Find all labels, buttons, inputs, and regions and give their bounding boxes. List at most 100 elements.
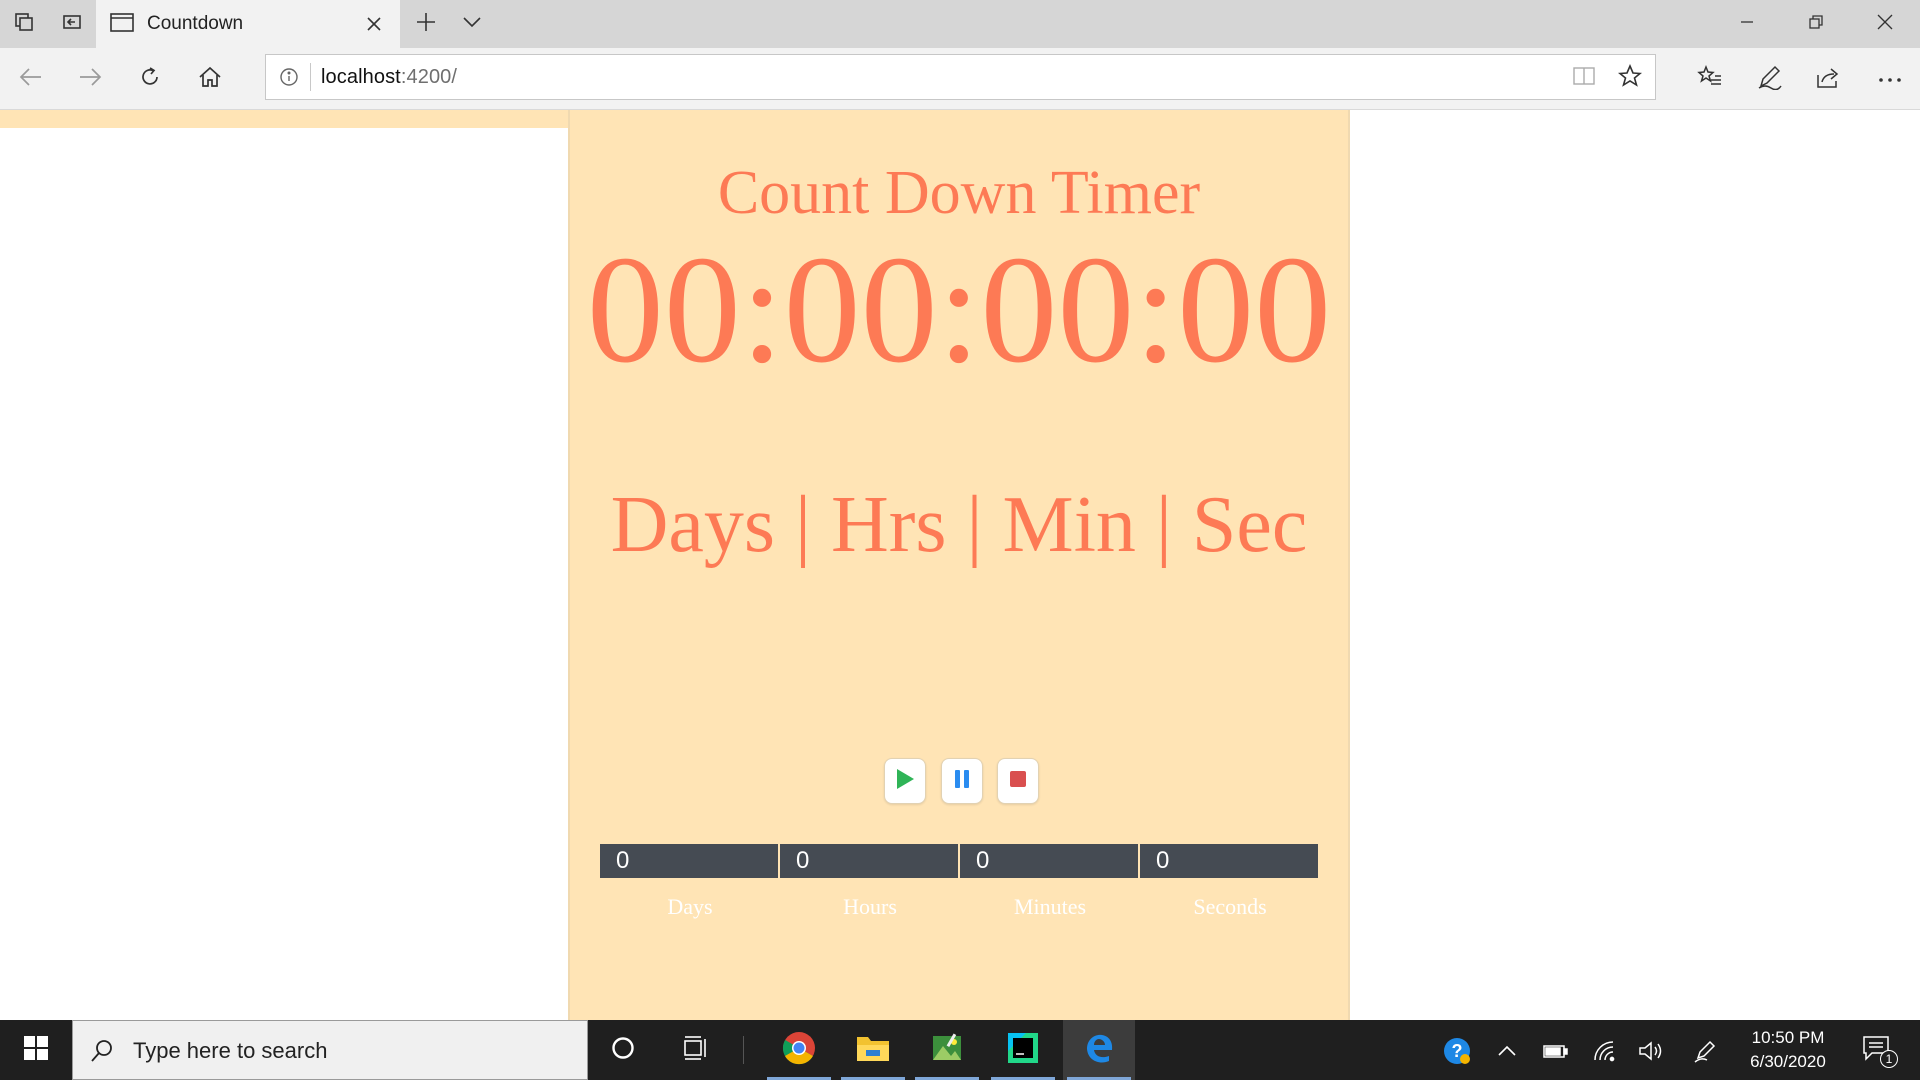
set-aside-icon — [61, 11, 83, 38]
clock-time: 10:50 PM — [1751, 1028, 1825, 1047]
edge-icon — [1082, 1031, 1116, 1070]
share-button[interactable] — [1805, 55, 1853, 103]
help-icon[interactable]: ? — [1442, 1036, 1472, 1066]
tabs-aside-button[interactable] — [0, 0, 48, 48]
notes-button[interactable] — [1746, 55, 1794, 103]
page-title: Count Down Timer — [717, 159, 1201, 227]
cortana-circle-icon — [610, 1035, 636, 1066]
close-window-button[interactable] — [1850, 0, 1919, 48]
page-top-strip — [0, 110, 568, 128]
taskbar-app-webstorm[interactable] — [987, 1020, 1059, 1080]
seconds-input[interactable]: 0 — [1140, 844, 1318, 878]
restore-button[interactable] — [1781, 0, 1850, 48]
share-icon — [1816, 65, 1842, 94]
chevron-down-icon — [462, 15, 482, 33]
pen-icon — [1757, 64, 1783, 95]
chrome-icon — [782, 1031, 816, 1070]
minimize-button[interactable] — [1712, 0, 1781, 48]
days-input[interactable]: 0 — [600, 844, 778, 878]
battery-icon[interactable] — [1540, 1036, 1570, 1066]
favorite-button[interactable] — [1611, 59, 1649, 97]
search-icon — [87, 1036, 117, 1066]
time-inputs: 0 0 0 0 — [600, 844, 1320, 878]
start-button[interactable] — [0, 1020, 72, 1080]
arrow-right-icon — [78, 67, 102, 92]
tab-countdown[interactable]: Countdown — [96, 0, 400, 48]
minutes-input[interactable]: 0 — [960, 844, 1138, 878]
hours-label: Hours — [843, 894, 897, 919]
search-placeholder: Type here to search — [133, 1038, 328, 1063]
close-tab-button[interactable] — [362, 12, 386, 36]
page-icon — [110, 12, 134, 39]
windows-logo-icon — [23, 1035, 49, 1066]
minutes-label: Minutes — [1013, 894, 1087, 919]
home-icon — [198, 65, 222, 94]
notification-badge: 1 — [1880, 1050, 1898, 1068]
days-label: Days — [667, 894, 713, 919]
units-label: Days | Hrs | Min | Sec — [610, 481, 1308, 569]
address-bar[interactable]: localhost:4200/ — [265, 54, 1656, 100]
navigation-bar: localhost:4200/ — [0, 48, 1920, 110]
more-dots-icon — [1878, 70, 1902, 88]
refresh-button[interactable] — [126, 55, 174, 103]
url-host: localhost — [321, 66, 401, 88]
book-icon — [1572, 65, 1596, 92]
arrow-left-icon — [19, 67, 43, 92]
chevron-up-icon[interactable] — [1492, 1036, 1522, 1066]
back-button[interactable] — [7, 55, 55, 103]
task-view-button[interactable] — [661, 1020, 731, 1080]
home-button[interactable] — [186, 55, 234, 103]
more-button[interactable] — [1866, 55, 1914, 103]
play-icon — [895, 768, 915, 795]
favorites-list-icon — [1697, 64, 1723, 94]
new-tab-button[interactable] — [402, 0, 450, 48]
pause-button[interactable] — [941, 758, 983, 804]
restore-icon — [1808, 14, 1823, 34]
pause-icon — [953, 769, 971, 794]
tab-list-button[interactable] — [448, 0, 496, 48]
screen: Countdown localhost:4200/ Count Down Tim… — [0, 0, 1920, 1080]
star-icon — [1617, 63, 1643, 93]
set-aside-tabs-button[interactable] — [48, 0, 96, 48]
folder-icon — [856, 1033, 890, 1068]
stop-icon — [1009, 770, 1027, 793]
tabs-aside-icon — [13, 11, 35, 38]
ink-workspace-icon[interactable] — [1690, 1036, 1720, 1066]
address-separator — [310, 63, 311, 91]
clock-date: 6/30/2020 — [1750, 1052, 1826, 1071]
taskbar-app-image-viewer[interactable] — [911, 1020, 983, 1080]
task-view-icon — [682, 1035, 710, 1066]
close-icon — [1877, 14, 1893, 35]
timer-panel: Count Down Timer 00:00:00:00 Days | Hrs … — [568, 110, 1350, 1020]
taskbar-app-chrome[interactable] — [763, 1020, 835, 1080]
plus-icon — [415, 11, 437, 38]
wifi-icon[interactable] — [1590, 1036, 1620, 1066]
favorites-hub-button[interactable] — [1686, 55, 1734, 103]
tab-strip: Countdown — [0, 0, 1920, 48]
taskbar: Type here to search ? 10:50 PM 6/30/2020… — [0, 1020, 1920, 1080]
volume-icon[interactable] — [1636, 1036, 1666, 1066]
url-text[interactable]: localhost:4200/ — [321, 66, 457, 89]
page-content: Count Down Timer 00:00:00:00 Days | Hrs … — [0, 110, 1920, 1020]
tab-title: Countdown — [147, 13, 244, 34]
start-button[interactable] — [884, 758, 926, 804]
system-clock[interactable]: 10:50 PM 6/30/2020 — [1730, 1026, 1846, 1074]
hours-input[interactable]: 0 — [780, 844, 958, 878]
reading-view-button[interactable] — [1565, 59, 1603, 97]
taskbar-app-file-explorer[interactable] — [837, 1020, 909, 1080]
action-center-button[interactable]: 1 — [1858, 1034, 1898, 1068]
minimize-icon — [1740, 15, 1754, 34]
forward-button[interactable] — [66, 55, 114, 103]
refresh-icon — [138, 65, 162, 94]
taskbar-search[interactable]: Type here to search — [72, 1020, 588, 1080]
webstorm-icon — [1006, 1031, 1040, 1070]
url-port: :4200/ — [400, 66, 458, 88]
timer-display: 00:00:00:00 — [586, 225, 1332, 395]
stop-button[interactable] — [997, 758, 1039, 804]
info-icon[interactable] — [278, 66, 300, 88]
picture-icon — [930, 1032, 964, 1069]
taskbar-app-edge[interactable] — [1063, 1020, 1135, 1080]
seconds-label: Seconds — [1193, 894, 1267, 919]
timer-controls — [570, 758, 1348, 808]
cortana-button[interactable] — [588, 1020, 658, 1080]
